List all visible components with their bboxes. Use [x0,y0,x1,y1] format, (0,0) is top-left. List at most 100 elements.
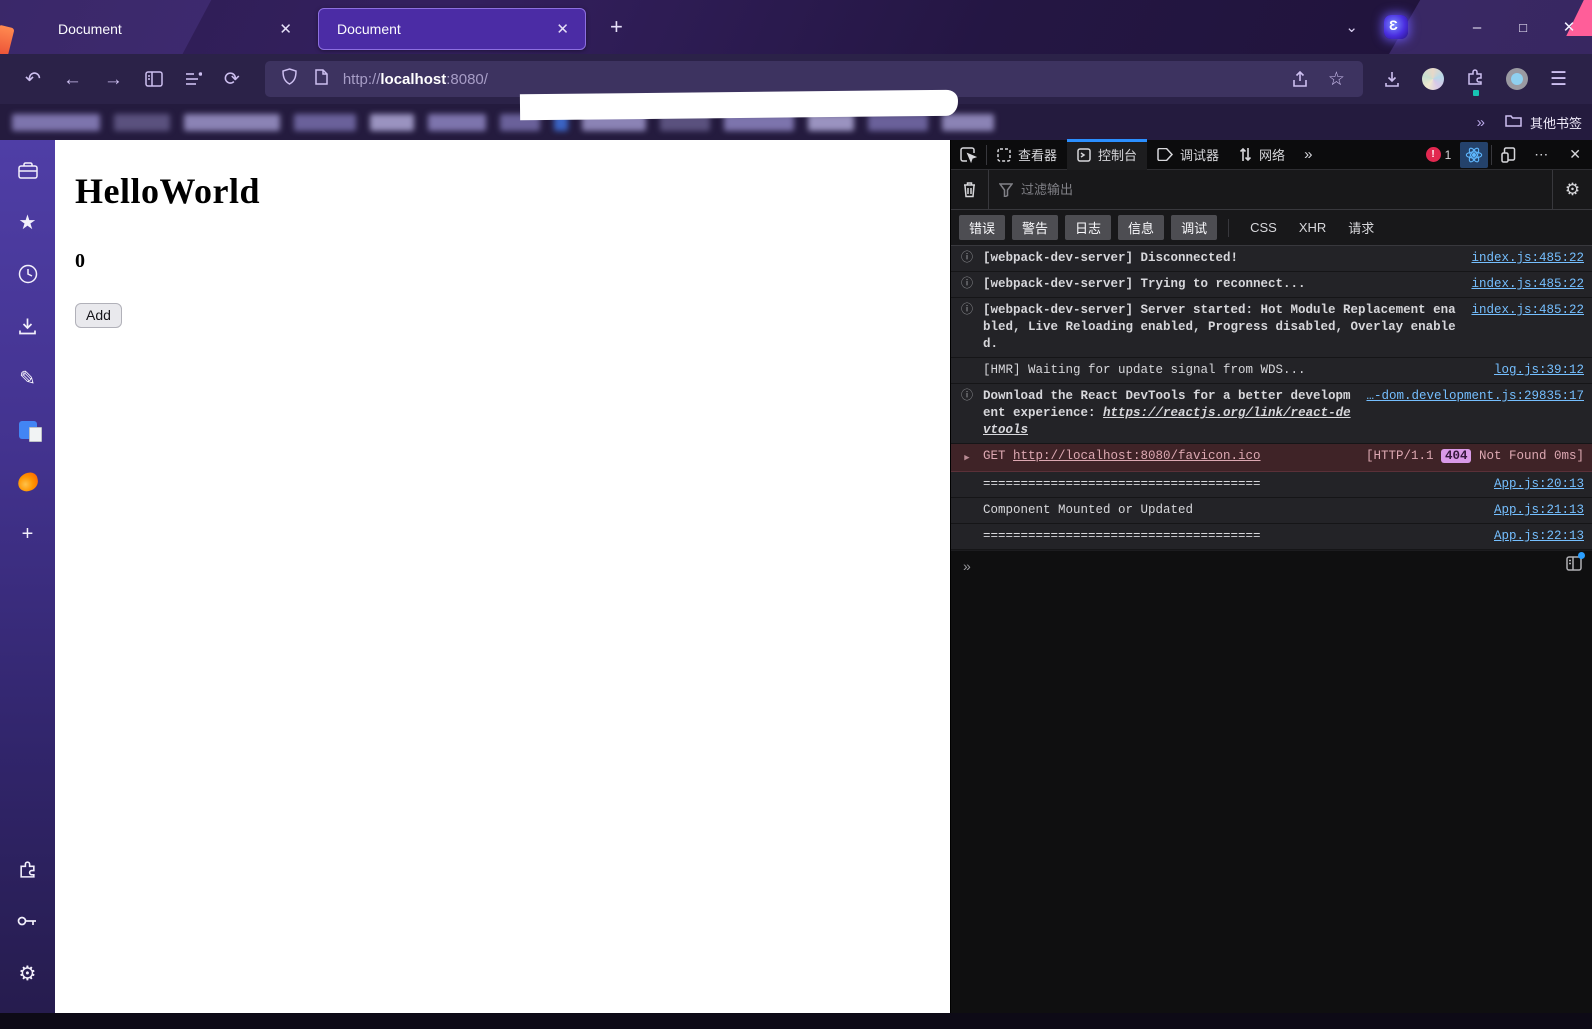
settings-gear-icon[interactable]: ⚙ [8,953,48,993]
url-path: :8080/ [446,70,488,88]
devtools-tab-debugger[interactable]: 调试器 [1147,140,1229,170]
clear-console-trash-icon[interactable] [951,170,989,209]
new-tab-button[interactable]: + [600,14,633,40]
filter-info-button[interactable]: 信息 [1118,215,1165,240]
responsive-design-icon[interactable] [1492,140,1525,170]
translate-extension-icon[interactable] [8,410,48,450]
counter-value: 0 [75,250,85,272]
filter-warnings-button[interactable]: 警告 [1012,215,1059,240]
request-url-link[interactable]: http://localhost:8080/favicon.ico [1013,449,1261,463]
console-message-text: ===================================== [983,477,1261,491]
back-icon[interactable]: ← [63,70,82,89]
error-count-badge[interactable]: ! 1 [1425,147,1451,162]
add-button[interactable]: Add [75,303,122,328]
console-message-text: Component Mounted or Updated [983,503,1194,517]
console-prompt-icon[interactable]: » [963,558,1566,574]
console-row: ⓘ [webpack-dev-server] Disconnected! index… [951,246,1592,272]
close-window-button[interactable]: ✕ [1546,7,1592,47]
source-location-link[interactable]: log.js:39:12 [1494,362,1584,379]
profile-avatar[interactable] [1505,68,1528,90]
bookmarks-overflow-icon[interactable]: » [1477,114,1485,131]
notification-dot [1578,551,1585,559]
tab-label: 调试器 [1180,148,1220,163]
sidebar-toggle-icon[interactable] [145,71,163,87]
source-location-link[interactable]: index.js:485:22 [1471,250,1584,267]
devtools-tab-inspector[interactable]: 查看器 [987,140,1067,170]
expand-triangle-icon[interactable]: ▶ [951,448,983,467]
tab-document-1[interactable]: Document ✕ [40,8,308,50]
info-icon: ⓘ [960,277,973,291]
react-devtools-icon[interactable] [1460,141,1489,168]
filter-debug-button[interactable]: 调试 [1171,215,1218,240]
left-sidebar: ★ ✎ + ⚙ [0,140,55,1013]
filter-output-input[interactable] [1021,182,1321,197]
error-icon: ! [1425,147,1441,162]
passwords-key-icon[interactable] [8,901,48,941]
downloads-icon[interactable] [1384,71,1400,88]
console-message-text: [webpack-dev-server] Server started: Hot… [983,303,1456,351]
undo-arrow-icon[interactable]: ↶ [25,70,41,89]
minimize-button[interactable]: – [1454,7,1500,47]
menu-hamburger-icon[interactable]: ☰ [1550,70,1567,89]
downloads-tray-icon[interactable] [8,306,48,346]
tab-close-icon[interactable]: ✕ [273,18,298,40]
console-filter-bar: ⚙ [951,170,1592,210]
split-console-icon[interactable] [1566,551,1585,576]
devtools-tab-network[interactable]: 网络 [1229,140,1295,170]
source-location-link[interactable]: index.js:485:22 [1471,302,1584,319]
devtools-menu-icon[interactable]: ⋯ [1525,140,1558,170]
console-input-row[interactable]: » [951,550,1592,580]
console-row: Component Mounted or Updated App.js:21:13 [951,498,1592,524]
console-row: ===================================== App… [951,472,1592,498]
tab-close-icon[interactable]: ✕ [550,18,575,40]
other-bookmarks-label[interactable]: 其他书签 [1530,113,1582,132]
filter-css-button[interactable]: CSS [1250,220,1277,235]
extensions-icon[interactable] [1466,68,1484,96]
console-message-text: GET http://localhost:8080/favicon.ico [983,449,1261,463]
pick-element-icon[interactable] [951,140,986,170]
page-info-icon[interactable] [315,68,328,90]
devtools-panel: 查看器 控制台 调试器 网络 » ! 1 ⋯ ✕ 过滤输出 ⚙ 错误 警告 日志… [950,138,1592,1013]
browser-window: Document ✕ Document ✕ + ⌄ – □ ✕ ↶ ← → ⟳ [0,0,1592,1029]
devtools-tab-console[interactable]: 控制台 [1067,138,1148,170]
url-display[interactable]: http://localhost:8080/ [343,71,1282,88]
bookmarks-star-icon[interactable]: ★ [8,202,48,242]
console-settings-gear-icon[interactable]: ⚙ [1552,170,1592,209]
source-location-link[interactable]: index.js:485:22 [1471,276,1584,293]
forward-icon[interactable]: → [104,70,123,89]
console-message-text: Download the React DevTools for a better… [983,389,1351,437]
reload-icon[interactable]: ⟳ [224,70,240,89]
tab-document-2-active[interactable]: Document ✕ [318,8,586,50]
reading-list-icon[interactable] [185,72,202,86]
toolbox-icon[interactable] [8,150,48,190]
source-location-link[interactable]: …-dom.development.js:29835:17 [1366,388,1584,405]
filter-errors-button[interactable]: 错误 [959,215,1006,240]
devtools-close-icon[interactable]: ✕ [1558,140,1592,170]
addons-puzzle-icon[interactable] [8,849,48,889]
console-message-text: [webpack-dev-server] Disconnected! [983,251,1239,265]
source-location-link[interactable]: App.js:21:13 [1494,502,1584,519]
share-icon[interactable] [1292,70,1308,88]
account-avatar[interactable] [1421,68,1444,90]
source-location-link[interactable]: App.js:22:13 [1494,528,1584,545]
list-all-tabs-icon[interactable]: ⌄ [1345,18,1358,36]
console-message-text: [HMR] Waiting for update signal from WDS… [983,363,1306,377]
firefox-extension-icon[interactable] [8,462,48,502]
tracking-protection-shield-icon[interactable] [282,68,297,90]
folder-icon [1505,113,1522,132]
more-tabs-icon[interactable]: » [1295,140,1319,170]
history-clock-icon[interactable] [8,254,48,294]
console-row: ⓘ [webpack-dev-server] Server started: Ho… [951,298,1592,358]
page-heading: HelloWorld [75,171,260,211]
edit-pencil-icon[interactable]: ✎ [8,358,48,398]
console-row: [HMR] Waiting for update signal from WDS… [951,358,1592,384]
filter-xhr-button[interactable]: XHR [1299,220,1326,235]
bookmark-star-icon[interactable]: ☆ [1328,70,1345,89]
console-message-text: ===================================== [983,529,1261,543]
filter-logs-button[interactable]: 日志 [1065,215,1112,240]
filter-requests-button[interactable]: 请求 [1348,218,1374,237]
message-inline-link[interactable]: https://reactjs.org/link/react-devtools [983,406,1351,437]
add-shortcut-icon[interactable]: + [8,514,48,554]
maximize-button[interactable]: □ [1500,7,1546,47]
source-location-link[interactable]: App.js:20:13 [1494,476,1584,493]
